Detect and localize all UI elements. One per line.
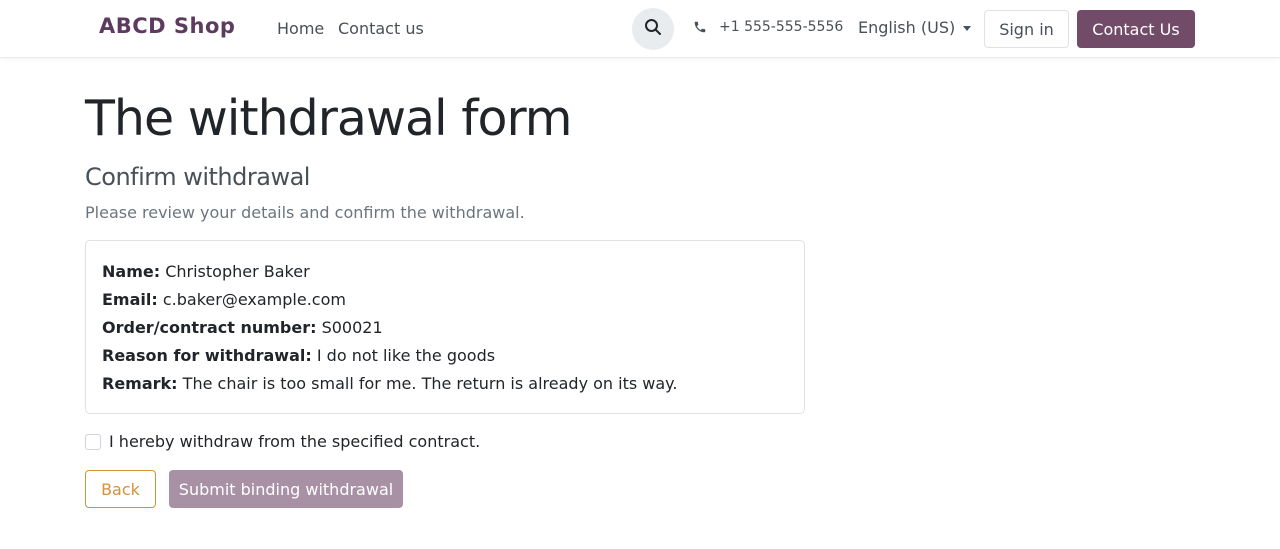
submit-withdrawal-button[interactable]: Submit binding withdrawal bbox=[169, 470, 403, 508]
search-icon bbox=[644, 18, 662, 40]
detail-order-number: Order/contract number: S00021 bbox=[102, 314, 788, 342]
phone-label: +1 555-555-5556 bbox=[719, 19, 844, 35]
withdrawal-details-card: Name: Christopher Baker Email: c.baker@e… bbox=[85, 240, 805, 414]
detail-value: Christopher Baker bbox=[165, 262, 310, 281]
chevron-down-icon bbox=[963, 26, 972, 31]
detail-value: I do not like the goods bbox=[316, 346, 496, 365]
sign-in-button[interactable]: Sign in bbox=[984, 10, 1069, 48]
top-navbar: ABCD Shop Home Contact us +1 555-555-555… bbox=[0, 0, 1280, 58]
instructions-text: Please review your details and confirm t… bbox=[85, 203, 525, 222]
section-title: Confirm withdrawal bbox=[85, 163, 310, 191]
detail-name: Name: Christopher Baker bbox=[102, 258, 788, 286]
detail-value: c.baker@example.com bbox=[162, 290, 346, 309]
detail-label: Order/contract number: bbox=[102, 318, 317, 337]
search-button[interactable] bbox=[632, 8, 674, 50]
confirm-checkbox-label: I hereby withdraw from the specified con… bbox=[109, 432, 481, 451]
detail-label: Remark: bbox=[102, 374, 178, 393]
detail-label: Reason for withdrawal: bbox=[102, 346, 312, 365]
detail-email: Email: c.baker@example.com bbox=[102, 286, 788, 314]
detail-value: The chair is too small for me. The retur… bbox=[182, 374, 678, 393]
detail-reason: Reason for withdrawal: I do not like the… bbox=[102, 342, 788, 370]
page-title: The withdrawal form bbox=[85, 90, 572, 147]
confirm-checkbox[interactable] bbox=[85, 433, 101, 450]
detail-label: Name: bbox=[102, 262, 161, 281]
detail-label: Email: bbox=[102, 290, 158, 309]
back-button[interactable]: Back bbox=[85, 470, 156, 508]
phone-icon bbox=[693, 20, 707, 34]
nav-link-home[interactable]: Home bbox=[277, 19, 324, 38]
detail-remark: Remark: The chair is too small for me. T… bbox=[102, 370, 788, 398]
detail-value: S00021 bbox=[321, 318, 383, 337]
phone-number[interactable]: +1 555-555-5556 bbox=[693, 19, 843, 35]
contact-us-button[interactable]: Contact Us bbox=[1077, 10, 1195, 48]
language-label: English (US) bbox=[858, 18, 956, 37]
nav-link-contact-us[interactable]: Contact us bbox=[338, 19, 424, 38]
withdraw-confirmation[interactable]: I hereby withdraw from the specified con… bbox=[85, 432, 480, 451]
brand-logo[interactable]: ABCD Shop bbox=[99, 14, 235, 38]
language-selector[interactable]: English (US) bbox=[858, 18, 972, 37]
